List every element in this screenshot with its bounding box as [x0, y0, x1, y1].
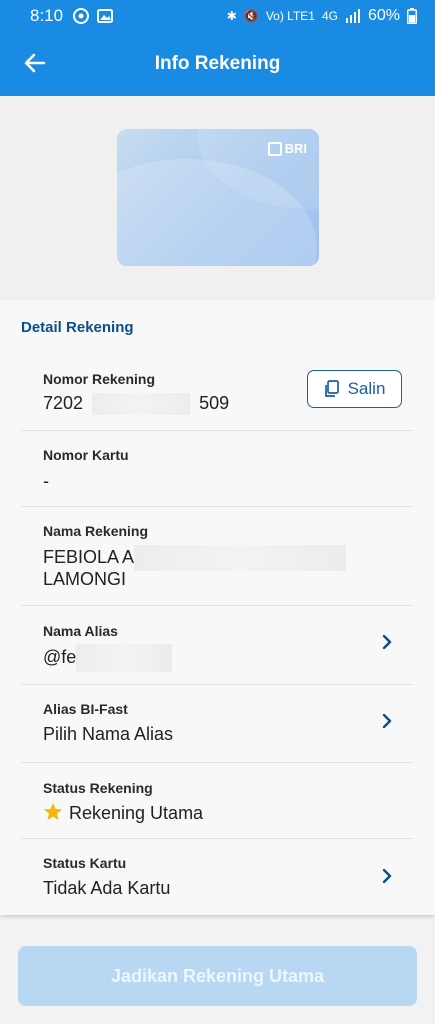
copy-icon: [324, 380, 339, 397]
chevron-right-icon[interactable]: [380, 635, 394, 649]
battery-percent: 60%: [367, 7, 400, 24]
status-rekening-row: Status Rekening Rekening Utama: [21, 763, 414, 839]
status-kartu-label: Status Kartu: [43, 855, 127, 871]
section-title: Detail Rekening: [21, 319, 134, 336]
redacted-area: [92, 393, 191, 416]
star-icon: [44, 803, 62, 820]
nomor-rekening-label: Nomor Rekening: [43, 371, 156, 387]
detail-rekening-section: Detail Rekening Nomor Rekening 7202 509 …: [0, 300, 435, 915]
chevron-right-icon[interactable]: [380, 714, 394, 728]
chevron-right-icon[interactable]: [380, 869, 394, 883]
nama-rekening-label: Nama Rekening: [43, 523, 149, 539]
nomor-kartu-label: Nomor Kartu: [43, 447, 129, 463]
battery-icon: [407, 8, 417, 24]
status-kartu-row[interactable]: Status Kartu Tidak Ada Kartu: [21, 839, 414, 915]
bri-logo-icon: [267, 141, 282, 156]
status-kartu-value: Tidak Ada Kartu: [43, 878, 171, 898]
app-bar: Info Rekening: [0, 32, 435, 96]
nama-rekening-first: FEBIOLA A: [43, 546, 135, 567]
account-card-image: BRI: [117, 129, 319, 266]
back-arrow-icon[interactable]: [22, 50, 48, 76]
status-rekening-text: Rekening Utama: [69, 803, 204, 823]
nomor-rekening-value: 7202 509: [43, 393, 230, 416]
status-rekening-value: Rekening Utama: [43, 802, 203, 824]
location-app-icon: [73, 8, 90, 24]
jadikan-rekening-utama-button[interactable]: Jadikan Rekening Utama: [18, 946, 417, 1006]
alias-bi-fast-value: Pilih Nama Alias: [43, 724, 174, 744]
nomor-rekening-prefix: 7202: [43, 393, 84, 413]
alias-bi-fast-row[interactable]: Alias BI-Fast Pilih Nama Alias: [21, 685, 414, 763]
bluetooth-icon: ✱: [226, 9, 237, 23]
gallery-icon: [97, 9, 114, 23]
status-rekening-label: Status Rekening: [43, 780, 153, 796]
nama-alias-value: @fe: [43, 644, 173, 672]
status-time: 8:10: [30, 6, 64, 25]
network-type-label: 4G: [321, 9, 338, 23]
redacted-area: [134, 545, 347, 571]
alias-bi-fast-label: Alias BI-Fast: [43, 701, 128, 717]
nomor-kartu-row: Nomor Kartu -: [21, 431, 414, 507]
nomor-rekening-suffix: 509: [199, 393, 230, 413]
nama-rekening-row: Nama Rekening FEBIOLA A LAMONGI: [21, 507, 414, 606]
salin-label: Salin: [347, 379, 386, 398]
nomor-rekening-row: Nomor Rekening 7202 509 Salin: [21, 360, 414, 431]
status-bar: 8:10 ✱ 🔇 Vo) LTE1 4G 60%: [0, 0, 435, 32]
page-title: Info Rekening: [154, 53, 281, 74]
nama-alias-text: @fe: [43, 646, 77, 667]
mute-icon: 🔇: [243, 9, 259, 23]
volte-label: Vo) LTE1: [265, 9, 315, 23]
card-preview-area: BRI: [0, 96, 435, 300]
signal-icon: [345, 9, 360, 23]
redacted-area: [76, 644, 173, 672]
nama-alias-label: Nama Alias: [43, 623, 118, 639]
nama-rekening-line2: LAMONGI: [43, 569, 127, 589]
nama-rekening-line1: FEBIOLA A: [43, 545, 347, 571]
salin-button[interactable]: Salin: [307, 370, 402, 408]
nomor-kartu-value: -: [43, 471, 49, 491]
nama-alias-row[interactable]: Nama Alias @fe: [21, 606, 414, 685]
bri-logo: BRI: [267, 141, 307, 156]
card-brand: BRI: [284, 141, 307, 156]
